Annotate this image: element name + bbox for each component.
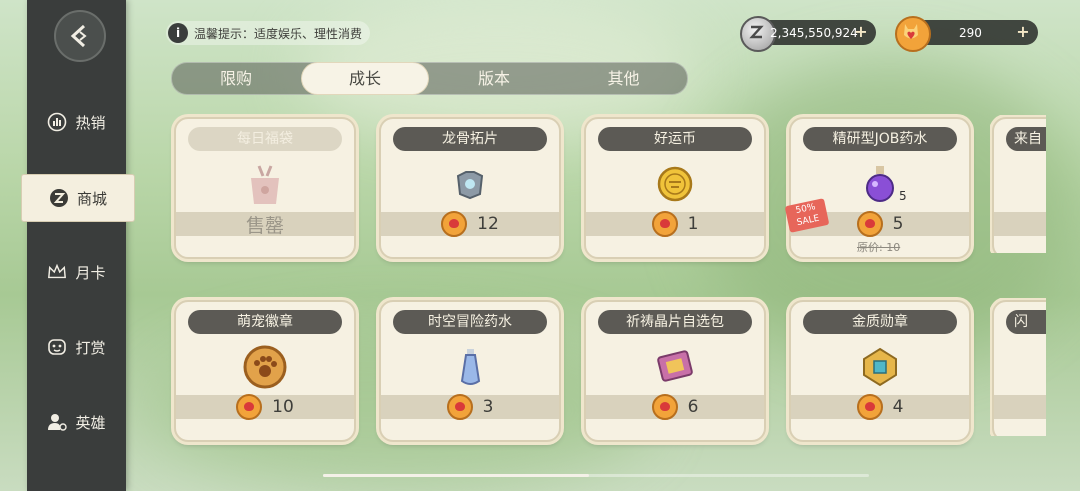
cat-coin-icon [441, 211, 468, 237]
shop-item-card[interactable]: 好运币 1 [584, 117, 766, 259]
lucky-coin-icon [650, 159, 700, 209]
zeny-icon [49, 188, 69, 208]
tab-other[interactable]: 其他 [560, 63, 687, 94]
sidebar-item-label: 商城 [76, 189, 107, 208]
catcoin-currency: 290 + [895, 16, 1038, 52]
lucky-bag-icon [240, 159, 290, 209]
scrollbar-thumb[interactable] [323, 474, 589, 477]
cat-coin-icon [651, 211, 678, 237]
price-bar [994, 395, 1046, 419]
add-catcoin-button[interactable]: + [1014, 23, 1032, 41]
item-title: 龙骨拓片 [393, 127, 547, 151]
sidebar-item-label: 英雄 [75, 413, 106, 432]
sold-out-label: 售罄 [245, 214, 284, 237]
price-bar: 售罄 [176, 212, 354, 237]
tab-limited[interactable]: 限购 [172, 63, 300, 94]
shop-item-card[interactable]: 每日福袋 售罄 [174, 117, 356, 259]
paw-badge-icon [240, 342, 290, 392]
partial-card[interactable]: 闪 [990, 298, 1046, 436]
item-price: 3 [482, 397, 494, 417]
catcoin-amount: 290 [959, 26, 982, 40]
cat-coin-icon [651, 394, 678, 420]
notice-text: 温馨提示：适度娱乐、理性消费 [194, 26, 363, 41]
price-bar [994, 212, 1046, 236]
potion-icon [855, 159, 905, 209]
shop-item-card[interactable]: 精研型JOB药水 5 5 50% SALE 原价: 10 [784, 117, 971, 259]
category-tabs: 限购 成长 版本 其他 [171, 62, 688, 95]
shop-item-card[interactable]: 祈祷晶片自选包 6 [584, 300, 766, 442]
item-price: 4 [892, 397, 904, 417]
bar-chart-icon [47, 112, 67, 132]
item-title: 闪 [1006, 310, 1046, 334]
shop-item-card[interactable]: 龙骨拓片 12 [379, 117, 561, 259]
item-title: 好运币 [598, 127, 752, 151]
stack-count: 5 [899, 189, 907, 203]
sidebar-item-hero[interactable]: 英雄 [27, 399, 126, 445]
sidebar-item-monthly-card[interactable]: 月卡 [27, 249, 126, 295]
partial-card-body: 闪 [992, 300, 1046, 436]
item-title: 金质勋章 [803, 310, 957, 334]
sidebar-item-mall[interactable]: 商城 [22, 175, 134, 221]
item-price: 12 [477, 214, 499, 234]
sidebar-item-hot[interactable]: 热销 [27, 99, 126, 145]
price-bar: 6 [586, 394, 764, 420]
price-bar: 12 [381, 211, 559, 237]
user-hero-icon [47, 412, 68, 432]
price-bar: 1 [586, 211, 764, 237]
item-title: 萌宠徽章 [188, 310, 342, 334]
big-cat-coin-icon [895, 16, 931, 52]
item-price: 6 [687, 397, 699, 417]
back-arrow-icon [70, 24, 87, 48]
price-bar: 4 [791, 394, 969, 420]
shop-item-card[interactable]: 萌宠徽章 10 [174, 300, 356, 442]
price-bar: 10 [176, 394, 354, 420]
zeny-currency: 2,345,550,924 + [740, 16, 876, 52]
cat-coin-icon [856, 394, 883, 420]
sidebar-item-label: 月卡 [75, 263, 106, 282]
zeny-amount: 2,345,550,924 [770, 26, 858, 40]
item-title: 祈祷晶片自选包 [598, 310, 752, 334]
tab-growth[interactable]: 成长 [302, 63, 428, 94]
sidebar-item-label: 热销 [75, 113, 106, 132]
partial-card[interactable]: 来自 [990, 115, 1046, 253]
item-price: 1 [687, 214, 699, 234]
shop-item-card[interactable]: 金质勋章 4 [789, 300, 971, 442]
partial-card-body: 来自 [992, 117, 1046, 253]
back-logo-button[interactable] [54, 10, 106, 62]
vial-icon [445, 342, 495, 392]
card-pack-icon [650, 342, 700, 392]
cat-coin-icon [856, 211, 883, 237]
item-price: 5 [892, 214, 904, 234]
dragon-bone-icon [445, 159, 495, 209]
info-icon: i [168, 23, 188, 43]
original-price: 原价: 10 [857, 241, 901, 254]
gift-face-icon [47, 337, 67, 357]
crown-icon [47, 262, 67, 282]
sidebar-item-label: 打赏 [75, 338, 106, 357]
add-zeny-button[interactable]: + [852, 23, 870, 41]
cat-coin-icon [236, 394, 263, 420]
shop-item-card[interactable]: 时空冒险药水 3 [379, 300, 561, 442]
price-bar: 3 [381, 394, 559, 420]
item-title: 时空冒险药水 [393, 310, 547, 334]
item-title: 每日福袋 [188, 127, 342, 151]
horizontal-scrollbar[interactable] [323, 474, 869, 477]
item-title: 精研型JOB药水 [803, 127, 957, 151]
tab-version[interactable]: 版本 [430, 63, 558, 94]
cat-coin-icon [446, 394, 473, 420]
item-price: 10 [272, 397, 294, 417]
item-title: 来自 [1006, 127, 1046, 151]
gold-medal-icon [855, 342, 905, 392]
sidebar-item-reward[interactable]: 打赏 [27, 324, 126, 370]
notice-bar: i 温馨提示：适度娱乐、理性消费 [166, 21, 371, 45]
